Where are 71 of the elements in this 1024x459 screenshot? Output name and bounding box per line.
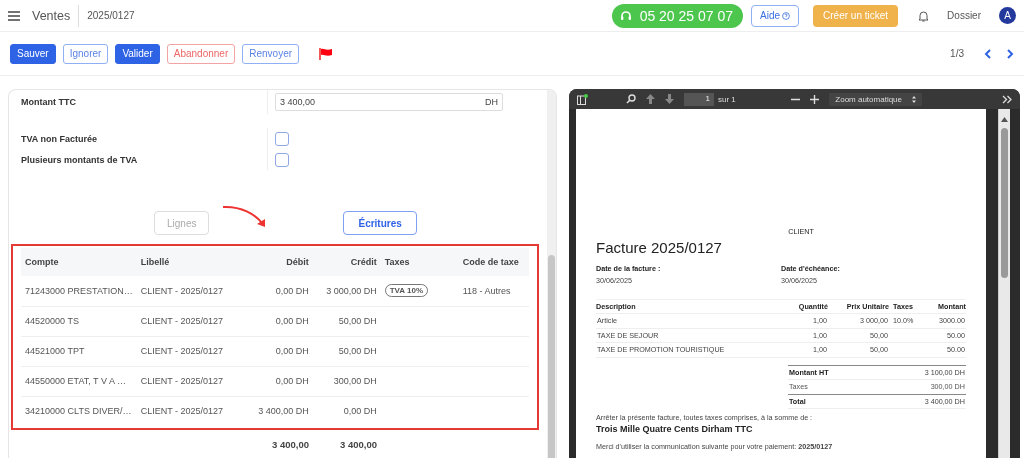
- table-cell: 44520000 TS: [21, 306, 137, 336]
- column-header: Crédit: [312, 248, 381, 276]
- table-cell: 0,00 DH: [236, 276, 313, 306]
- debit-total: 3 400,00: [271, 438, 310, 450]
- user-avatar[interactable]: A: [999, 7, 1016, 24]
- table-cell: 44550000 ETAT, T V A …: [21, 366, 137, 396]
- scrollbar[interactable]: [547, 90, 556, 458]
- flag-icon[interactable]: [319, 47, 334, 60]
- table-cell: 50,00 DH: [312, 306, 381, 336]
- zoom-select[interactable]: Zoom automatique: [829, 92, 922, 106]
- action-button[interactable]: Valider: [115, 43, 160, 64]
- company-menu[interactable]: Dossier: [947, 10, 981, 21]
- table-cell: CLIENT - 2025/0127: [136, 366, 237, 396]
- search-icon[interactable]: [626, 94, 636, 104]
- table-cell: 118 - Autres: [462, 285, 511, 296]
- action-button[interactable]: Ignorer: [62, 43, 109, 64]
- table-cell: 50,00 DH: [312, 336, 381, 366]
- table-cell: 34210000 CLTS DIVER/…: [21, 396, 137, 426]
- column-header: Code de taxe: [458, 248, 529, 276]
- table-cell: CLIENT - 2025/0127: [136, 276, 237, 306]
- table-cell: CLIENT - 2025/0127: [136, 336, 237, 366]
- table-cell: 44521000 TPT: [21, 336, 137, 366]
- column-header: Libellé: [136, 248, 237, 276]
- bell-icon[interactable]: [918, 9, 930, 22]
- zoom-in-icon[interactable]: [810, 94, 820, 104]
- table-cell: CLIENT - 2025/0127: [136, 306, 237, 336]
- field-label: Plusieurs montants de TVA: [20, 154, 139, 165]
- up-arrow-icon[interactable]: [646, 94, 655, 104]
- column-header: Compte: [21, 248, 137, 276]
- headset-icon: [619, 9, 632, 22]
- document-scrollbar[interactable]: [998, 109, 1010, 458]
- more-tools-icon[interactable]: [1002, 94, 1012, 104]
- app-title[interactable]: Ventes: [32, 8, 71, 23]
- table-cell: 3 400,00 DH: [236, 396, 313, 426]
- field-label: TVA non Facturée: [20, 133, 98, 144]
- credit-total: 3 400,00: [339, 438, 378, 450]
- checkbox[interactable]: [275, 131, 289, 146]
- table-cell: CLIENT - 2025/0127: [136, 396, 237, 426]
- question-icon: [782, 11, 791, 20]
- column-header: Taxes: [380, 248, 459, 276]
- down-arrow-icon[interactable]: [665, 94, 674, 104]
- page-number-field[interactable]: 1: [684, 92, 714, 106]
- table-cell: 3 000,00 DH: [312, 276, 381, 306]
- field-label: Montant TTC: [20, 97, 77, 107]
- pager-count: 1/3: [950, 48, 964, 59]
- table-cell: 0,00 DH: [236, 306, 313, 336]
- table-cell: 0,00 DH: [236, 366, 313, 396]
- help-button[interactable]: Aide: [751, 4, 800, 27]
- table-cell: 0,00 DH: [312, 396, 381, 426]
- invoice-title: Facture 2025/0127: [596, 239, 723, 256]
- scrollbar-thumb[interactable]: [548, 255, 555, 458]
- next-icon[interactable]: [1006, 48, 1014, 59]
- table-cell: 0,00 DH: [236, 336, 313, 366]
- sidebar-toggle-icon[interactable]: [577, 93, 588, 105]
- action-button[interactable]: Renvoyer: [242, 43, 300, 64]
- action-button[interactable]: Abandonner: [166, 43, 236, 64]
- column-header: Débit: [236, 248, 313, 276]
- amount-in-words: Trois Mille Quatre Cents Dirham TTC: [596, 424, 754, 434]
- table-cell: 71243000 PRESTATION…: [21, 276, 137, 306]
- table-cell: 300,00 DH: [312, 366, 381, 396]
- checkbox[interactable]: [275, 152, 289, 167]
- scroll-up-icon[interactable]: [1001, 117, 1008, 122]
- previous-icon[interactable]: [984, 48, 992, 59]
- record-title: 2025/0127: [87, 10, 135, 21]
- tab[interactable]: Écritures: [343, 211, 417, 235]
- menu-icon[interactable]: [8, 10, 20, 21]
- select-arrows-icon: [912, 95, 916, 103]
- amount-field[interactable]: 3 400,00 DH: [275, 93, 503, 111]
- page-count: sur 1: [718, 94, 736, 104]
- action-button[interactable]: Sauver: [10, 43, 56, 64]
- document-scrollbar-thumb[interactable]: [1001, 128, 1008, 278]
